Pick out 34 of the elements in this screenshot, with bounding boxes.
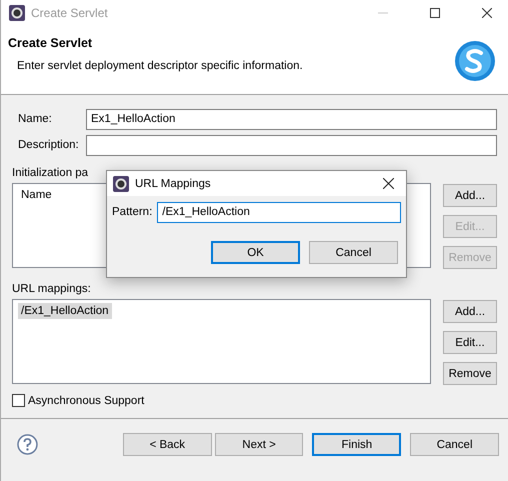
list-action-button[interactable]: Remove [443, 362, 497, 385]
section-label: URL mappings: [12, 283, 92, 295]
list-action-button[interactable]: Add... [443, 300, 497, 323]
help-icon[interactable] [17, 434, 38, 455]
field-label: Pattern: [112, 206, 152, 218]
text-field[interactable]: Ex1_HelloAction [86, 108, 497, 130]
list-action-button[interactable]: Add... [443, 184, 497, 207]
section-label: Initialization pa [12, 167, 90, 179]
field-label: Description: [17, 139, 80, 151]
dialog-title: URL Mappings [135, 178, 212, 190]
wizard-button[interactable]: Finish [312, 433, 402, 456]
dialog-button[interactable]: Cancel [309, 241, 398, 264]
window-title: Create Servlet [31, 6, 109, 20]
dialog-button[interactable]: OK [211, 241, 300, 264]
wizard-button[interactable]: Cancel [410, 433, 499, 456]
wizard-button[interactable]: < Back [122, 433, 212, 456]
page-title: Create Servlet [8, 36, 94, 50]
servlet-logo-icon [454, 40, 496, 82]
checkbox[interactable] [12, 394, 25, 407]
list-item[interactable]: /Ex1_HelloAction [18, 303, 112, 319]
field-label: Name: [17, 113, 53, 125]
app-icon [9, 4, 25, 20]
wizard-button[interactable]: Next > [214, 433, 304, 456]
maximize-icon[interactable] [430, 8, 440, 18]
close-icon[interactable] [383, 178, 394, 189]
checkbox-label: Asynchronous Support [28, 394, 144, 406]
text-field[interactable] [86, 134, 497, 156]
pattern-field[interactable]: /Ex1_HelloAction [157, 202, 401, 222]
url-mappings-list[interactable]: /Ex1_HelloAction [12, 299, 431, 384]
dialog-icon [113, 176, 129, 192]
column-header: Name [20, 188, 53, 203]
close-icon[interactable] [482, 8, 492, 18]
list-action-button[interactable]: Edit... [443, 331, 497, 354]
page-description: Enter servlet deployment descriptor specific information. [16, 60, 304, 72]
